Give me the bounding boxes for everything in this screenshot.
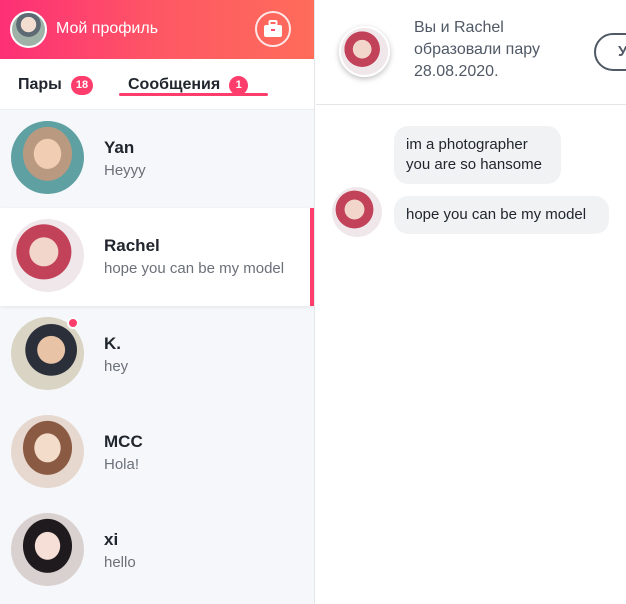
conversation-item[interactable]: MCC Hola! [0,404,314,502]
profile-avatar[interactable] [10,11,47,48]
conversation-item[interactable]: Yan Heyyy [0,110,314,208]
conversation-item[interactable]: xi hello [0,502,314,600]
match-info-text: Вы и Rachel образовали пару 28.08.2020. [414,19,540,80]
conversation-list: Yan Heyyy Rachel hope you can be my mode… [0,110,314,600]
profile-title[interactable]: Мой профиль [56,19,158,39]
matches-count-badge: 18 [70,75,94,95]
conversation-name: K. [104,334,121,353]
avatar [11,121,84,194]
tabs: Пары 18 Сообщения 1 [0,59,314,110]
conversation-name: Rachel [104,236,160,255]
profile-header: Мой профиль [0,0,314,59]
active-tab-indicator [119,93,268,96]
conversation-preview: Hola! [104,456,140,473]
conversation-name: MCC [104,432,143,451]
chat-panel: Вы и Rachel образовали пару 28.08.2020. … [316,0,626,604]
conversation-name: xi [104,530,119,549]
conversation-preview: Heyyy [104,162,146,179]
conversation-preview: hello [104,554,136,571]
sender-avatar[interactable] [332,187,382,237]
unread-indicator [67,317,79,329]
conversation-item[interactable]: K. hey [0,306,314,404]
avatar [11,513,84,586]
messages-count-badge: 1 [229,75,249,95]
conversation-preview: hey [104,358,129,375]
avatar [11,219,84,292]
tab-matches[interactable]: Пары 18 [18,72,94,98]
briefcase-button[interactable] [255,11,291,47]
conversation-preview: hope you can be my model [104,260,285,277]
avatar [11,415,84,488]
match-avatar[interactable] [339,26,390,77]
tab-matches-label: Пары [18,76,62,93]
briefcase-icon [264,20,282,37]
message-bubble: im a photographer you are so hansome [394,126,561,184]
tab-messages-label: Сообщения [128,76,221,93]
conversation-item-active[interactable]: Rachel hope you can be my model [0,208,314,306]
sidebar: Мой профиль Пары 18 Сообщения 1 Yan Heyy… [0,0,315,604]
message-bubble: hope you can be my model [394,196,609,234]
conversation-name: Yan [104,138,135,157]
chat-header: Вы и Rachel образовали пару 28.08.2020. … [316,0,626,105]
unmatch-button[interactable]: У [594,33,626,71]
